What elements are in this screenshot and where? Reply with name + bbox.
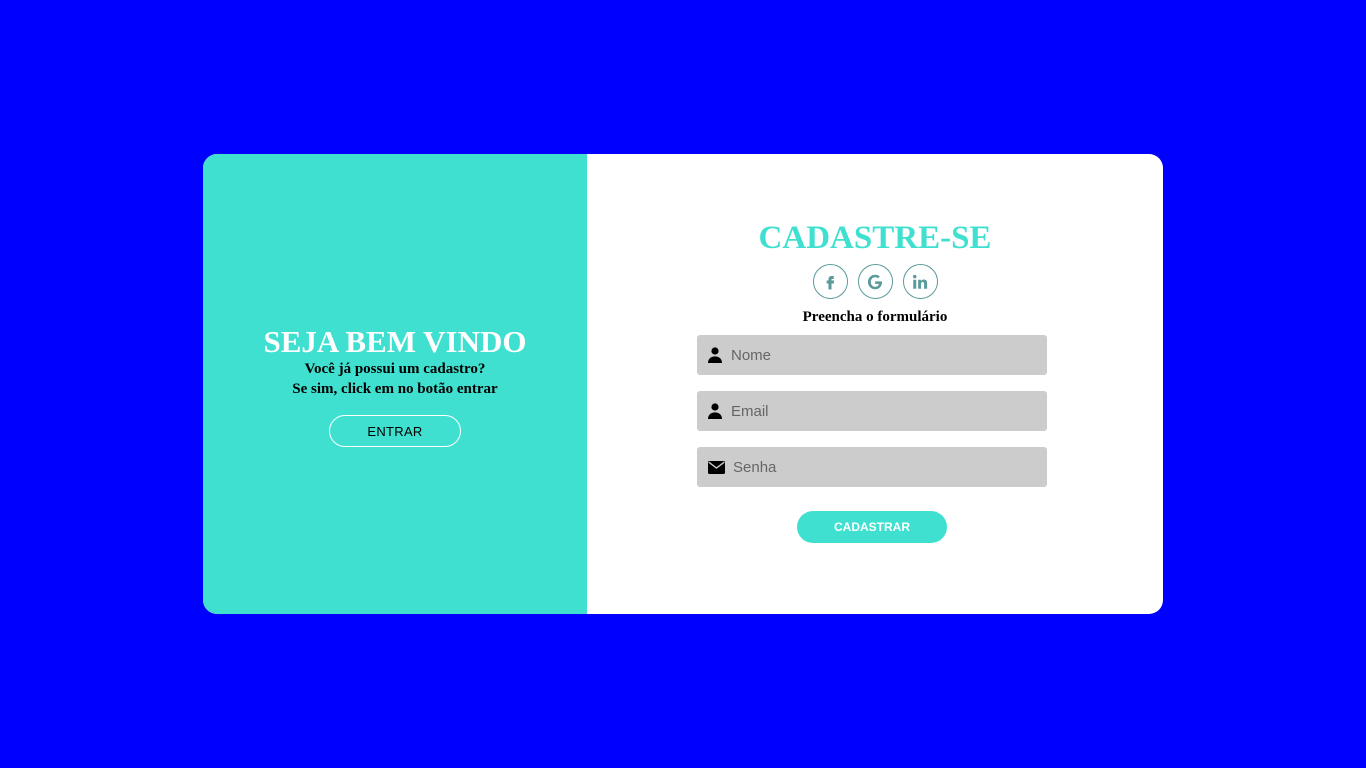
linkedin-button[interactable] — [902, 264, 938, 299]
name-input[interactable] — [731, 335, 1047, 375]
facebook-icon — [826, 275, 835, 289]
email-input[interactable] — [731, 391, 1047, 431]
google-icon — [867, 274, 882, 289]
envelope-icon — [707, 459, 725, 475]
enter-button[interactable]: ENTRAR — [329, 415, 461, 447]
name-field — [697, 335, 1047, 375]
auth-card: SEJA BEM VINDO Você já possui um cadastr… — [203, 154, 1163, 614]
welcome-question: Você já possui um cadastro? — [304, 361, 486, 377]
linkedin-icon — [913, 274, 928, 289]
signup-panel: CADASTRE-SE Preencha o formulário Nome E… — [587, 154, 1163, 614]
email-field — [697, 391, 1047, 431]
google-button[interactable] — [857, 264, 893, 299]
user-icon — [707, 403, 723, 419]
signup-title: CADASTRE-SE — [758, 220, 992, 256]
facebook-button[interactable] — [812, 264, 848, 299]
password-input[interactable] — [733, 447, 1047, 487]
welcome-title: SEJA BEM VINDO — [263, 324, 527, 359]
welcome-instruction: Se sim, click em no botão entrar — [292, 381, 498, 397]
form-hint: Preencha o formulário — [802, 309, 948, 325]
social-login-row — [587, 264, 1163, 299]
signup-button[interactable]: CADASTRAR — [797, 511, 947, 543]
user-icon — [707, 347, 723, 363]
welcome-panel: SEJA BEM VINDO Você já possui um cadastr… — [203, 154, 587, 614]
password-field — [697, 447, 1047, 487]
